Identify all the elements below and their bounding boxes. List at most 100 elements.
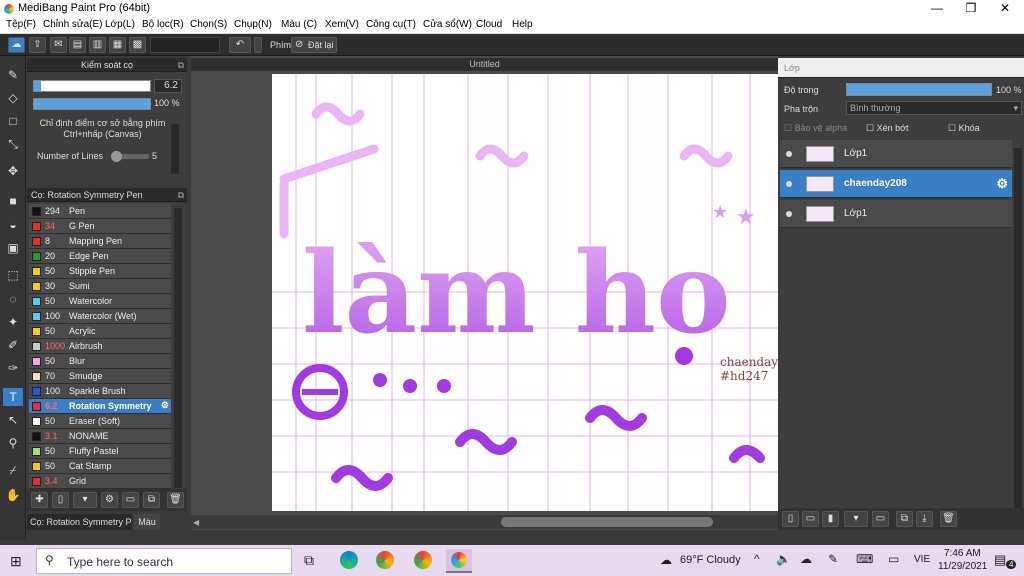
brush-item[interactable]: 34 G Pen <box>29 219 171 234</box>
brush-item[interactable]: 50 Eraser (Soft) <box>29 414 171 429</box>
brush-item[interactable]: 50 Stipple Pen <box>29 264 171 279</box>
size-value[interactable]: 6.2 <box>154 79 182 93</box>
drawing-canvas[interactable]: làm ho ★ ★ chaenday20 #hd247 <box>272 74 778 511</box>
gradient-tool-icon[interactable]: ▣ <box>3 239 23 257</box>
page-icon[interactable]: ▦ <box>109 37 126 53</box>
eyedropper-tool-icon[interactable]: ⚲ <box>3 434 23 452</box>
brush-item[interactable]: 50 Blur <box>29 354 171 369</box>
lasso-tool-icon[interactable]: ◌ <box>3 290 23 308</box>
text-tool-icon[interactable]: T <box>3 388 23 406</box>
brush-tool-icon[interactable]: ✎ <box>3 66 23 84</box>
select-rect-icon[interactable]: ⬚ <box>3 266 23 284</box>
menu-edit[interactable]: Chỉnh sửa(E) <box>43 19 103 30</box>
new-brush-icon[interactable]: ▯ <box>52 492 69 508</box>
brush-item[interactable]: 70 Smudge <box>29 369 171 384</box>
brush-item[interactable]: 294 Pen <box>29 204 171 219</box>
shape-tool-icon[interactable]: □ <box>3 112 23 130</box>
menu-layer[interactable]: Lớp(L) <box>105 19 135 30</box>
visibility-eye-icon[interactable] <box>786 211 792 217</box>
control-scrollbar[interactable] <box>171 124 179 174</box>
menu-window[interactable]: Cửa sổ(W) <box>423 19 472 30</box>
panel-popout-icon[interactable]: ⧉ <box>178 190 184 201</box>
panel-popout-icon[interactable]: ⧉ <box>178 60 184 71</box>
brush-item[interactable]: 50 Fluffy Pastel <box>29 444 171 459</box>
minimize-button[interactable]: — <box>920 0 954 17</box>
new-layer-icon[interactable]: ▯ <box>782 511 799 527</box>
brush-item[interactable]: 6.2 Rotation Symmetry ⚙ <box>29 399 171 414</box>
close-button[interactable]: ✕ <box>988 0 1022 17</box>
edge-browser-icon[interactable] <box>340 551 358 569</box>
brush-item[interactable]: 50 Acrylic <box>29 324 171 339</box>
menu-view[interactable]: Xem(V) <box>325 19 359 30</box>
dropper-tool-icon[interactable]: ⌿ <box>3 461 23 479</box>
move-tool-icon[interactable]: ✥ <box>3 162 23 180</box>
layer-row[interactable]: Lớp1 <box>780 140 1012 168</box>
scroll-left-icon[interactable]: ◀ <box>193 518 199 527</box>
hand-tool-icon[interactable]: ✋ <box>3 486 23 504</box>
magic-wand-icon[interactable]: ✦ <box>3 313 23 331</box>
bucket-tool-icon[interactable]: ◒ <box>3 216 23 234</box>
document-tab[interactable]: Untitled <box>191 58 778 71</box>
new-8bit-layer-icon[interactable]: ▮ <box>822 511 839 527</box>
brush-item[interactable]: 50 Cat Stamp <box>29 459 171 474</box>
operation-tool-icon[interactable]: ↖ <box>3 411 23 429</box>
layer-scrollbar[interactable] <box>1014 148 1022 518</box>
chrome-icon[interactable] <box>376 551 394 569</box>
opacity-slider[interactable] <box>33 98 151 110</box>
lines-slider-knob[interactable] <box>111 151 122 162</box>
undo-icon[interactable]: ↶ <box>229 37 251 53</box>
document-icon[interactable]: ▥ <box>89 37 106 53</box>
chat-icon[interactable]: ▤ <box>69 37 86 53</box>
visibility-eye-icon[interactable] <box>786 151 792 157</box>
tab-color[interactable]: Màu <box>134 514 160 530</box>
brush-item[interactable]: 1000 Airbrush <box>29 339 171 354</box>
comment-icon[interactable]: ✉ <box>50 37 67 53</box>
weather-text[interactable]: 69°F Cloudy <box>680 554 741 566</box>
visibility-eye-icon[interactable] <box>786 181 792 187</box>
clock-date[interactable]: 11/29/2021 <box>938 561 987 572</box>
menu-select[interactable]: Chọn(S) <box>190 19 227 30</box>
canvas-horizontal-scrollbar[interactable]: ◀ <box>191 515 778 529</box>
clipping-checkbox[interactable]: ☐ Xén bớt <box>866 123 942 136</box>
brush-settings-icon[interactable]: ⚙ <box>101 492 118 508</box>
taskbar-search[interactable]: ⚲ Type here to search <box>36 548 292 574</box>
fill-rect-tool-icon[interactable]: ■ <box>3 192 23 210</box>
brush-item[interactable]: 20 Edge Pen <box>29 249 171 264</box>
folder-icon[interactable]: ▭ <box>872 511 889 527</box>
network-icon[interactable]: ▭ <box>888 552 899 566</box>
brush-item[interactable]: 30 Sumi <box>29 279 171 294</box>
cloud-tray-icon[interactable]: ☁ <box>800 552 812 566</box>
menu-cloud[interactable]: Cloud <box>476 19 502 30</box>
lines-slider[interactable] <box>111 151 149 162</box>
add-brush-icon[interactable]: ✚ <box>31 492 48 508</box>
line-tool-icon[interactable]: ⤡ <box>3 135 23 153</box>
layer-row[interactable]: Lớp1 <box>780 200 1012 228</box>
brush-item[interactable]: 100 Sparkle Brush <box>29 384 171 399</box>
brush-item[interactable]: 3.1 NONAME <box>29 429 171 444</box>
undo-dropdown[interactable] <box>254 37 262 53</box>
menu-color[interactable]: Màu (C) <box>281 19 317 30</box>
brush-menu-icon[interactable]: ▾ <box>73 492 97 508</box>
copy-brush-icon[interactable]: ⧉ <box>143 492 160 508</box>
duplicate-layer-icon[interactable]: ⧉ <box>896 511 913 527</box>
add-layer-menu-icon[interactable]: ▾ <box>844 511 868 527</box>
new-halftone-layer-icon[interactable]: ▭ <box>802 511 819 527</box>
size-slider[interactable] <box>33 80 151 92</box>
layer-row-selected[interactable]: chaenday208 ⚙ <box>780 170 1012 198</box>
brush-list-scrollbar[interactable] <box>174 208 182 488</box>
trash-icon[interactable]: 🗑 <box>167 492 184 508</box>
blend-select[interactable]: Bình thường ▾ <box>846 101 1022 115</box>
windows-start-icon[interactable]: ⊞ <box>10 553 22 570</box>
scroll-thumb[interactable] <box>501 517 713 527</box>
merge-layer-icon[interactable]: ⤓ <box>916 511 933 527</box>
menu-file[interactable]: Tệp(F) <box>6 19 36 30</box>
grid-icon[interactable]: ▩ <box>129 37 146 53</box>
keyboard-icon[interactable]: ⌨ <box>856 552 873 566</box>
cloud-icon[interactable]: ☁ <box>8 37 25 53</box>
chrome-profile-icon[interactable] <box>414 551 432 569</box>
tab-brush[interactable]: Cọ: Rotation Symmetry Pen <box>27 514 132 530</box>
brush-item[interactable]: 3.4 Grid <box>29 474 171 489</box>
folder-icon[interactable]: ▭ <box>122 492 139 508</box>
upload-icon[interactable]: ⇪ <box>29 37 46 53</box>
chevron-up-icon[interactable]: ^ <box>754 552 760 566</box>
